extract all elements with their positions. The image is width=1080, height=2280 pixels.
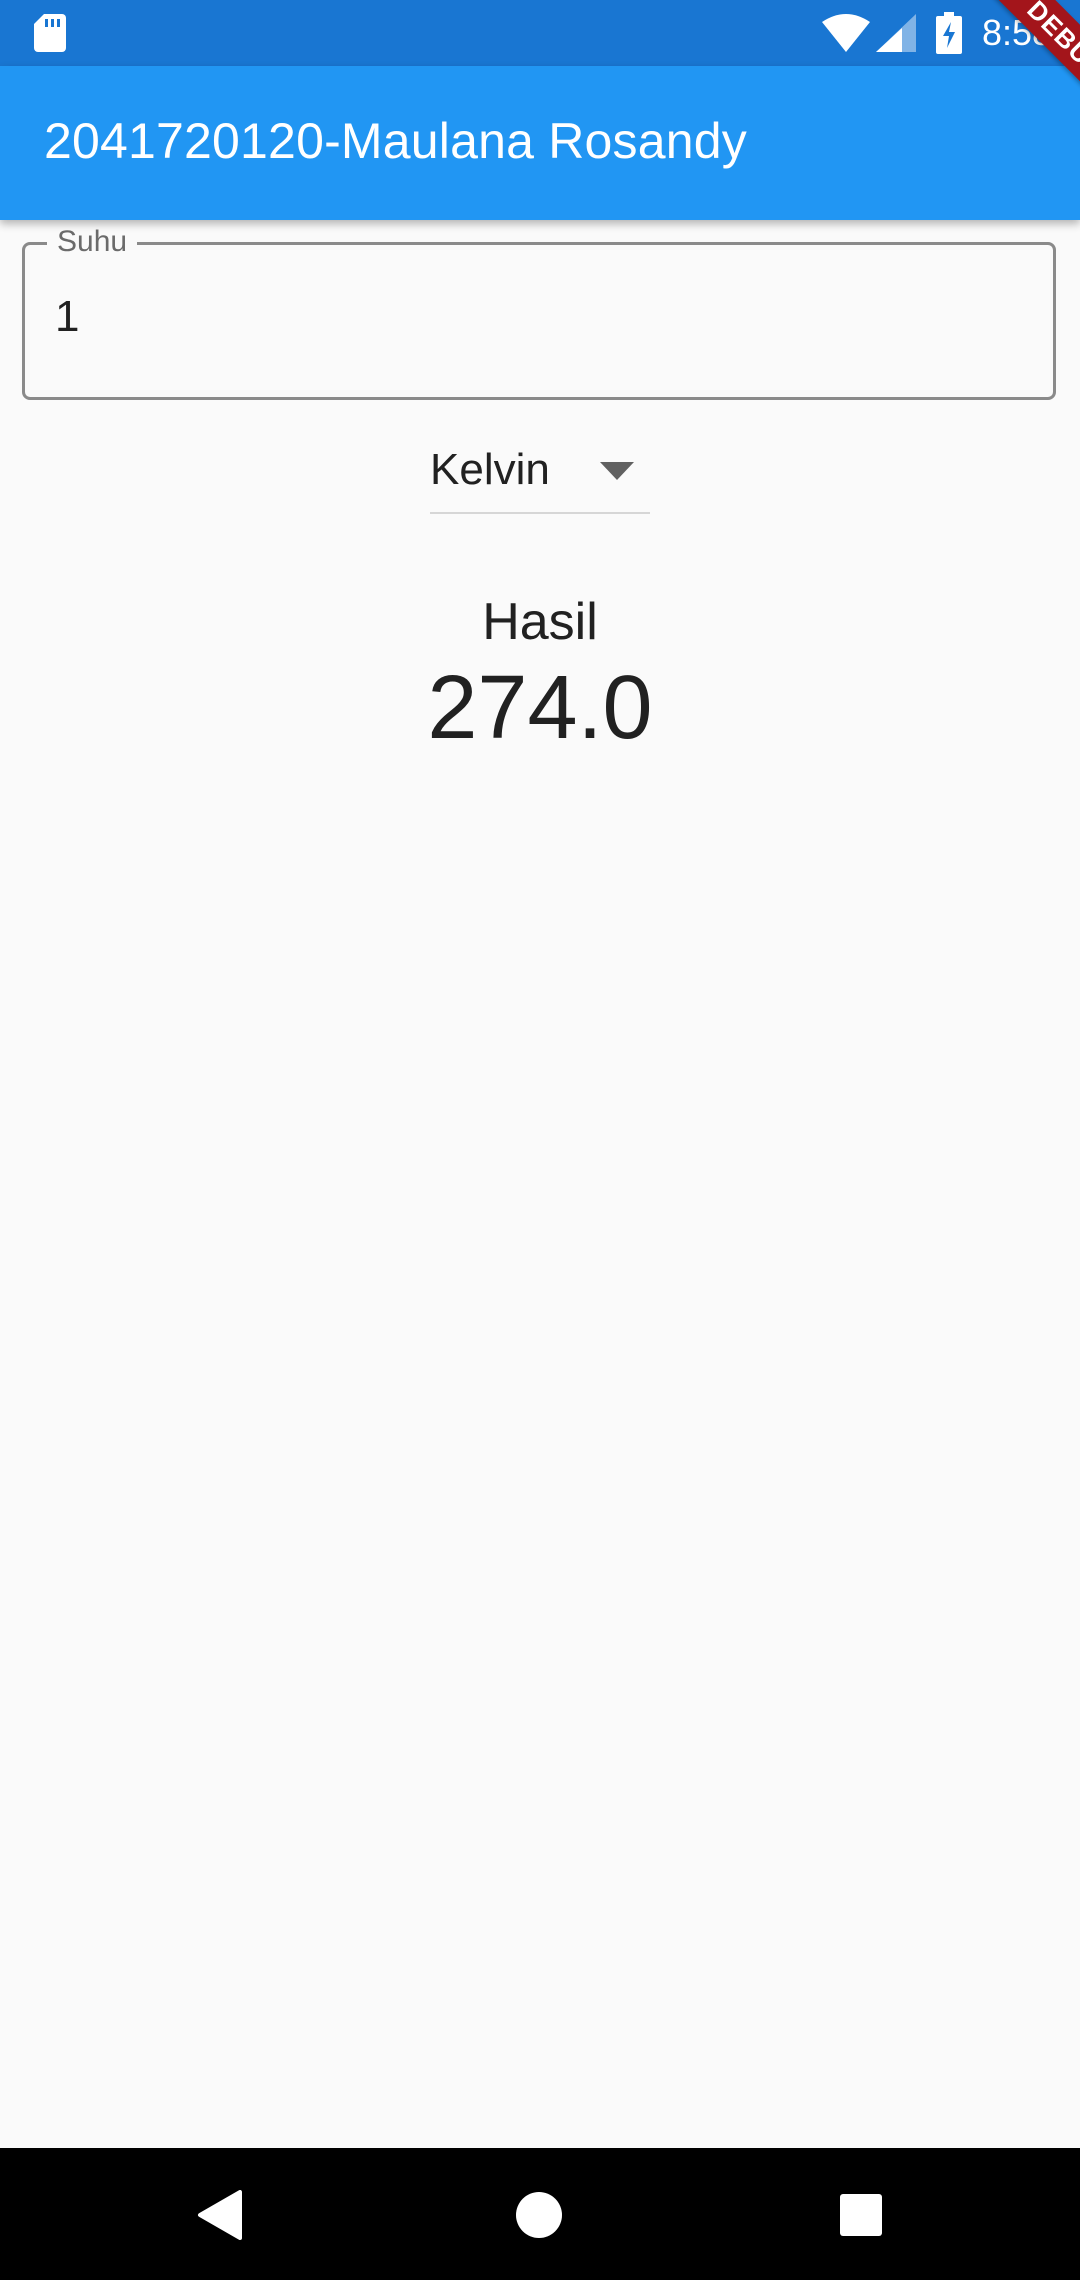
result-value: 274.0 <box>427 658 653 758</box>
signal-icon <box>876 14 916 52</box>
wifi-icon <box>822 14 870 52</box>
arrow-drop-down-icon <box>600 462 634 480</box>
temperature-field-label: Suhu <box>47 223 138 261</box>
unit-dropdown-value: Kelvin <box>430 445 550 494</box>
back-icon[interactable] <box>196 2190 244 2240</box>
battery-charging-icon <box>936 12 962 54</box>
home-icon[interactable] <box>516 2192 562 2238</box>
temperature-input[interactable] <box>55 289 1015 345</box>
page-title: 2041720120-Maulana Rosandy <box>44 113 747 169</box>
result-label: Hasil <box>482 593 598 651</box>
sd-card-icon <box>34 14 66 52</box>
status-bar: 8:58 <box>0 0 1080 66</box>
navigation-bar <box>0 2148 1080 2280</box>
recent-apps-icon[interactable] <box>840 2194 882 2236</box>
unit-dropdown[interactable]: Kelvin <box>430 434 650 514</box>
temperature-field[interactable]: Suhu <box>22 223 1056 400</box>
screen: 8:58 2041720120-Maulana Rosandy DEBUG Su… <box>0 0 1080 2280</box>
app-bar: 2041720120-Maulana Rosandy <box>0 66 1080 220</box>
